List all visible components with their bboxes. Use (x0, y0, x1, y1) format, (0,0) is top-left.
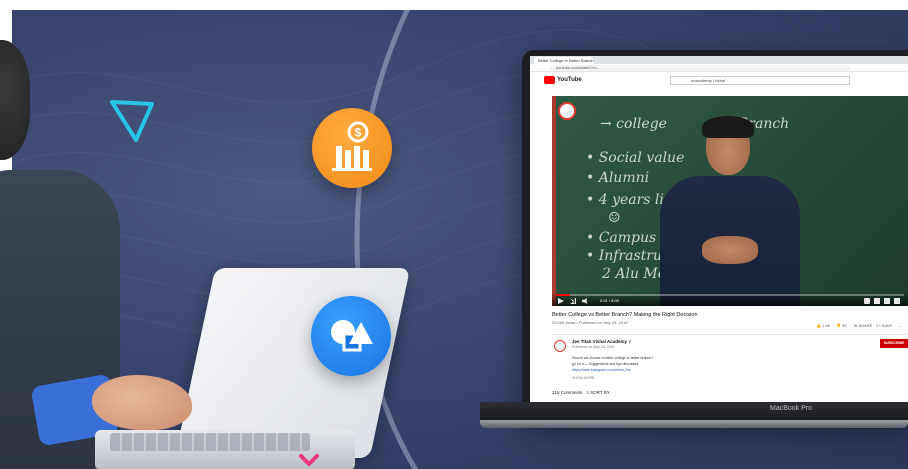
chalk-text: • Campus (586, 230, 657, 246)
like-button[interactable]: 👍 1.4K (816, 322, 830, 330)
miniplayer-icon[interactable] (874, 298, 880, 304)
chalk-text: • Alumni (586, 170, 650, 186)
browser-toolbar: youtube.com/watch?v=... (530, 64, 908, 72)
browser-tab[interactable]: Better College or Better Branch? (534, 57, 594, 64)
video-player[interactable]: → college Branch • Social value • Alumni… (552, 96, 908, 306)
macbook-base (480, 420, 908, 428)
chalk-text: • Social value (586, 150, 685, 166)
progress-bar[interactable] (556, 294, 904, 296)
youtube-logo-text[interactable]: YouTube (557, 76, 582, 84)
chalk-text: → college (600, 116, 667, 132)
sort-comments-button[interactable]: ≡ SORT BY (586, 390, 609, 395)
browser-tab-bar: Better College or Better Branch? (530, 56, 908, 64)
next-icon[interactable] (570, 298, 576, 304)
time-display: 0:01 / 8:06 (600, 298, 619, 303)
subscribe-button[interactable]: SUBSCRIBE (880, 339, 908, 348)
show-more-link[interactable]: SHOW MORE (572, 376, 594, 381)
coin-bar-chart-icon: $ (332, 121, 372, 171)
volume-icon[interactable] (582, 298, 587, 304)
player-controls: 0:01 / 8:06 (552, 292, 908, 306)
browser-window: Better College or Better Branch? youtube… (530, 56, 908, 402)
video-title: Better College vs Better Branch? Making … (552, 312, 698, 318)
more-actions-button[interactable]: ... (898, 322, 901, 330)
description-line: Should we choose a better college or bet… (572, 356, 654, 360)
macbook-brand-label: MacBook Pro (770, 405, 813, 412)
shapes-badge (311, 296, 391, 376)
fullscreen-icon[interactable] (894, 298, 900, 304)
keyboard (110, 433, 310, 451)
progress-fill (556, 294, 570, 296)
settings-icon[interactable] (864, 298, 870, 304)
dislike-button[interactable]: 👎 30 (836, 322, 847, 330)
board-edge (552, 96, 556, 306)
x-mark-icon (299, 454, 319, 466)
share-button[interactable]: ➦ SHARE (854, 322, 872, 330)
presenter-hair (702, 116, 754, 138)
youtube-search-input[interactable]: unacademy | vishal (670, 76, 850, 85)
comments-count: 215 Comments ≡ SORT BY (552, 390, 610, 396)
presenter-hands (702, 236, 758, 264)
divider (552, 334, 908, 335)
play-icon[interactable] (558, 298, 564, 304)
svg-text:$: $ (355, 126, 362, 140)
chalk-text: ☺ (608, 210, 621, 226)
theater-icon[interactable] (884, 298, 890, 304)
savings-chart-badge: $ (312, 108, 392, 188)
save-button[interactable]: ≡+ SAVE (876, 322, 892, 330)
comments-label: 215 Comments (552, 390, 583, 395)
video-actions: 👍 1.4K 👎 30 ➦ SHARE ≡+ SAVE ... (816, 322, 908, 330)
youtube-logo-icon[interactable] (544, 76, 555, 84)
macbook-chin (480, 402, 908, 422)
youtube-header: YouTube unacademy | vishal (530, 72, 908, 90)
shapes-icon (331, 320, 373, 352)
triangle-outline-icon (110, 100, 154, 142)
description-link[interactable]: https://www.instagram.com/vishal_the (572, 368, 631, 373)
channel-watermark-icon (558, 102, 576, 120)
channel-avatar[interactable] (554, 340, 566, 352)
channel-published: Published on May 25, 2019 (572, 345, 615, 349)
video-meta: 20,069 views • Published on May 25, 2019 (552, 320, 628, 325)
description-line: go for it — Suggestions and tips discuss… (572, 362, 639, 366)
address-bar[interactable]: youtube.com/watch?v=... (550, 65, 850, 71)
